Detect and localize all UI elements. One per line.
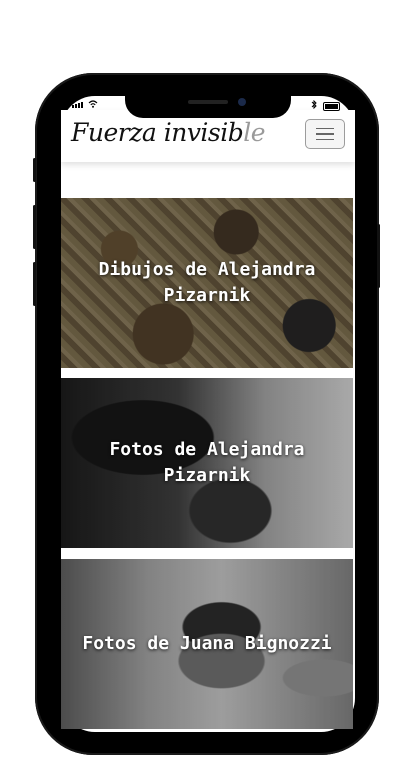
side-button-left: [33, 158, 36, 182]
site-logo[interactable]: Fuerza invisible: [71, 118, 266, 147]
gallery-card-dibujos-pizarnik[interactable]: Dibujos de Alejandra Pizarnik: [61, 198, 353, 368]
card-title: Fotos de Juana Bignozzi: [82, 633, 332, 654]
gallery-card-fotos-bignozzi[interactable]: Fotos de Juana Bignozzi: [61, 559, 353, 729]
hamburger-menu-icon[interactable]: [305, 119, 345, 149]
bluetooth-icon: [311, 99, 317, 112]
side-button-left: [33, 262, 36, 306]
side-button-left: [33, 205, 36, 249]
wifi-icon: [88, 100, 98, 111]
signal-icon: [72, 102, 83, 108]
gallery-card-fotos-pizarnik[interactable]: Fotos de Alejandra Pizarnik: [61, 378, 353, 548]
card-title: Dibujos de Alejandra Pizarnik: [98, 259, 316, 306]
side-button-right: [377, 224, 380, 288]
front-camera: [238, 98, 246, 106]
speaker-grille: [188, 100, 228, 104]
battery-icon: [323, 102, 340, 111]
card-title: Fotos de Alejandra Pizarnik: [109, 439, 305, 486]
